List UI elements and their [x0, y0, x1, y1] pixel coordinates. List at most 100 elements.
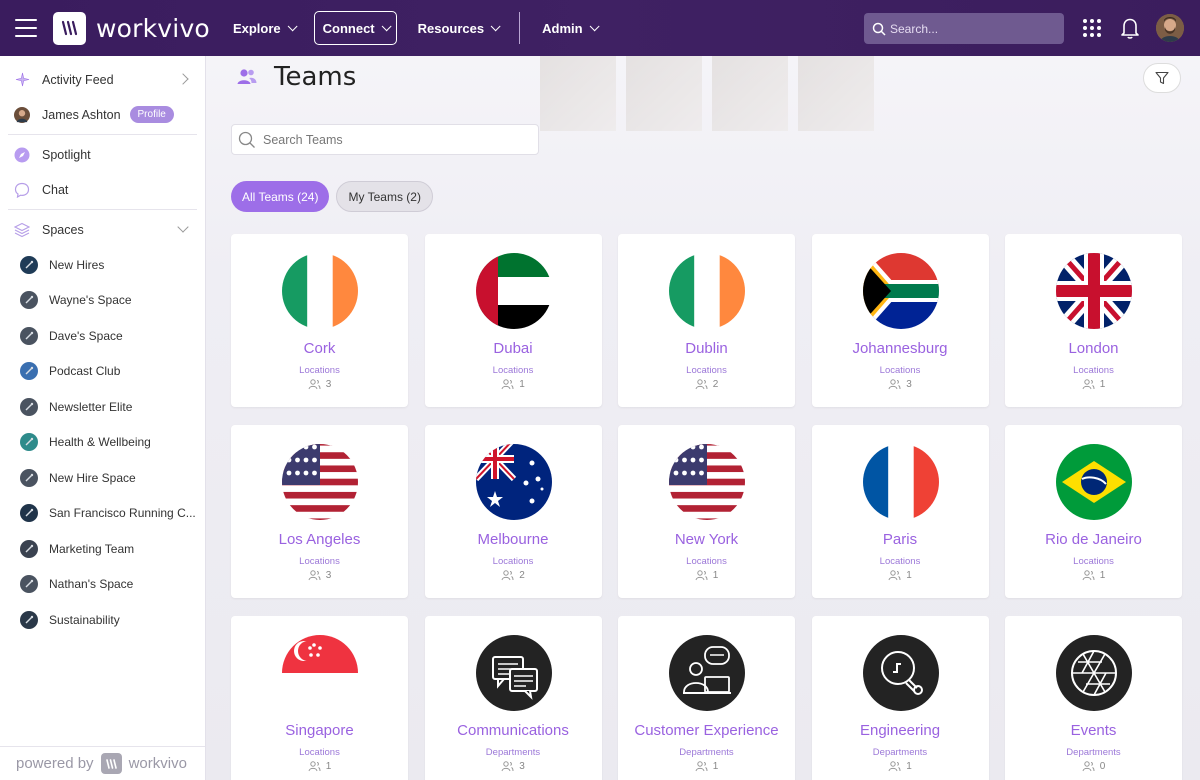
team-name[interactable]: London	[1005, 340, 1182, 357]
team-card[interactable]: Melbourne Locations 2	[424, 425, 602, 598]
member-count-value: 1	[1099, 570, 1106, 581]
team-card[interactable]: Cork Locations 3	[231, 234, 408, 407]
sidebar-item-spaces[interactable]: Spaces	[0, 212, 205, 247]
space-item-label: San Francisco Running C...	[49, 506, 196, 521]
team-category: Locations	[1073, 365, 1114, 376]
people-icon	[888, 761, 901, 772]
team-member-count: 1	[618, 761, 795, 772]
logo-text[interactable]: workvivo	[96, 14, 210, 43]
tab-all-teams[interactable]: All Teams (24)	[231, 181, 330, 212]
sidebar-space-item[interactable]: Health & Wellbeing	[0, 425, 205, 461]
space-item-label: Dave's Space	[49, 328, 123, 343]
sidebar-space-item[interactable]: Dave's Space	[0, 318, 205, 354]
sidebar-item-activity-feed[interactable]: Activity Feed	[0, 62, 205, 97]
space-item-label: Health & Wellbeing	[49, 435, 151, 450]
team-name[interactable]: Cork	[231, 340, 408, 357]
member-count-value: 3	[519, 761, 525, 772]
sidebar-space-item[interactable]: San Francisco Running C...	[0, 496, 205, 532]
top-bar: workvivo Explore Connect Resources Admin	[0, 0, 1200, 56]
space-item-label: Podcast Club	[49, 364, 121, 379]
sidebar-space-item[interactable]: New Hires	[0, 247, 205, 283]
sidebar-space-item[interactable]: New Hire Space	[0, 460, 205, 496]
team-name[interactable]: Los Angeles	[231, 531, 408, 548]
filter-button[interactable]	[1143, 63, 1181, 93]
team-name[interactable]: Communications	[425, 722, 602, 739]
team-name[interactable]: Paris	[812, 531, 989, 548]
team-card[interactable]: Events Departments 0	[1005, 616, 1182, 780]
people-icon	[695, 761, 708, 772]
team-name[interactable]: Customer Experience	[618, 722, 795, 739]
sidebar-item-label: Chat	[42, 182, 69, 197]
team-name[interactable]: Singapore	[231, 722, 408, 739]
team-category: Locations	[879, 556, 921, 567]
nav-connect[interactable]: Connect	[313, 11, 397, 45]
sidebar-item-chat[interactable]: Chat	[0, 172, 205, 207]
team-category: Locations	[492, 556, 534, 567]
singapore-flag	[282, 630, 358, 716]
profile-badge[interactable]: Profile	[129, 106, 174, 123]
team-card[interactable]: New York Locations 1	[618, 425, 795, 598]
nav-admin[interactable]: Admin	[534, 11, 603, 45]
member-count-value: 3	[906, 379, 912, 390]
team-name[interactable]: New York	[618, 531, 795, 548]
team-card[interactable]: Dubai Locations 1	[424, 234, 602, 407]
sidebar-space-item[interactable]: Wayne's Space	[0, 283, 205, 319]
team-name[interactable]: Rio de Janeiro	[1005, 531, 1182, 548]
divider	[8, 134, 197, 135]
usa-flag	[669, 439, 745, 525]
global-search-input[interactable]	[890, 21, 1060, 36]
team-name[interactable]: Engineering	[812, 722, 989, 739]
sidebar-item-spotlight[interactable]: Spotlight	[0, 137, 205, 172]
team-name[interactable]: Johannesburg	[812, 340, 989, 357]
team-name[interactable]: Melbourne	[425, 531, 602, 548]
space-item-label: New Hires	[49, 257, 105, 272]
chevron-down-icon	[589, 20, 600, 31]
chevron-right-icon	[177, 73, 189, 85]
sidebar-space-item[interactable]: Podcast Club	[0, 354, 205, 390]
team-card[interactable]: Paris Locations 1	[811, 425, 989, 598]
people-icon	[501, 761, 514, 772]
team-card[interactable]: London Locations 1	[1005, 234, 1182, 407]
team-category: Locations	[299, 365, 340, 376]
team-card[interactable]: Dublin Locations 2	[618, 234, 795, 407]
nav-explore[interactable]: Explore	[225, 11, 302, 45]
people-icon	[1082, 379, 1095, 390]
powered-by-logo-text: workvivo	[128, 755, 187, 772]
team-card[interactable]: Engineering Departments 1	[811, 616, 989, 780]
bell-icon[interactable]	[1119, 16, 1141, 40]
team-search[interactable]	[231, 124, 539, 155]
people-icon	[308, 761, 321, 772]
team-card[interactable]: Los Angeles Locations 3	[231, 425, 408, 598]
sidebar: Activity Feed James Ashton Profile Spotl…	[0, 56, 206, 780]
workvivo-logo-icon[interactable]	[53, 11, 86, 45]
apps-grid-icon[interactable]	[1083, 19, 1101, 37]
user-avatar[interactable]	[1156, 14, 1184, 42]
team-name[interactable]: Dublin	[618, 340, 795, 357]
sidebar-space-item[interactable]: Sustainability	[0, 602, 205, 638]
sidebar-item-profile[interactable]: James Ashton Profile	[0, 97, 205, 132]
sidebar-space-item[interactable]: Nathan's Space	[0, 567, 205, 603]
team-card[interactable]: Singapore Locations 1	[231, 616, 408, 780]
nav-separator	[519, 12, 521, 44]
team-category: Locations	[686, 365, 727, 376]
team-name[interactable]: Dubai	[425, 340, 602, 357]
team-card[interactable]: Johannesburg Locations 3	[811, 234, 989, 407]
ireland-flag	[669, 248, 745, 334]
team-card[interactable]: Customer Experience Departments 1	[618, 616, 795, 780]
member-count-value: 2	[712, 379, 719, 390]
team-card[interactable]: Rio de Janeiro Locations 1	[1005, 425, 1182, 598]
user-name: James Ashton	[42, 107, 121, 122]
global-search[interactable]	[864, 13, 1064, 44]
tab-my-teams[interactable]: My Teams (2)	[336, 181, 433, 212]
nav-resources[interactable]: Resources	[410, 11, 505, 45]
brazil-flag	[1056, 439, 1132, 525]
team-card[interactable]: Communications Departments 3	[424, 616, 602, 780]
space-avatar-icon	[20, 610, 38, 629]
team-category: Locations	[299, 747, 340, 758]
sidebar-space-item[interactable]: Newsletter Elite	[0, 389, 205, 425]
menu-icon[interactable]	[15, 19, 37, 37]
sidebar-space-item[interactable]: Marketing Team	[0, 531, 205, 567]
team-name[interactable]: Events	[1005, 722, 1182, 739]
team-search-input[interactable]	[263, 132, 523, 147]
france-flag	[862, 439, 939, 525]
